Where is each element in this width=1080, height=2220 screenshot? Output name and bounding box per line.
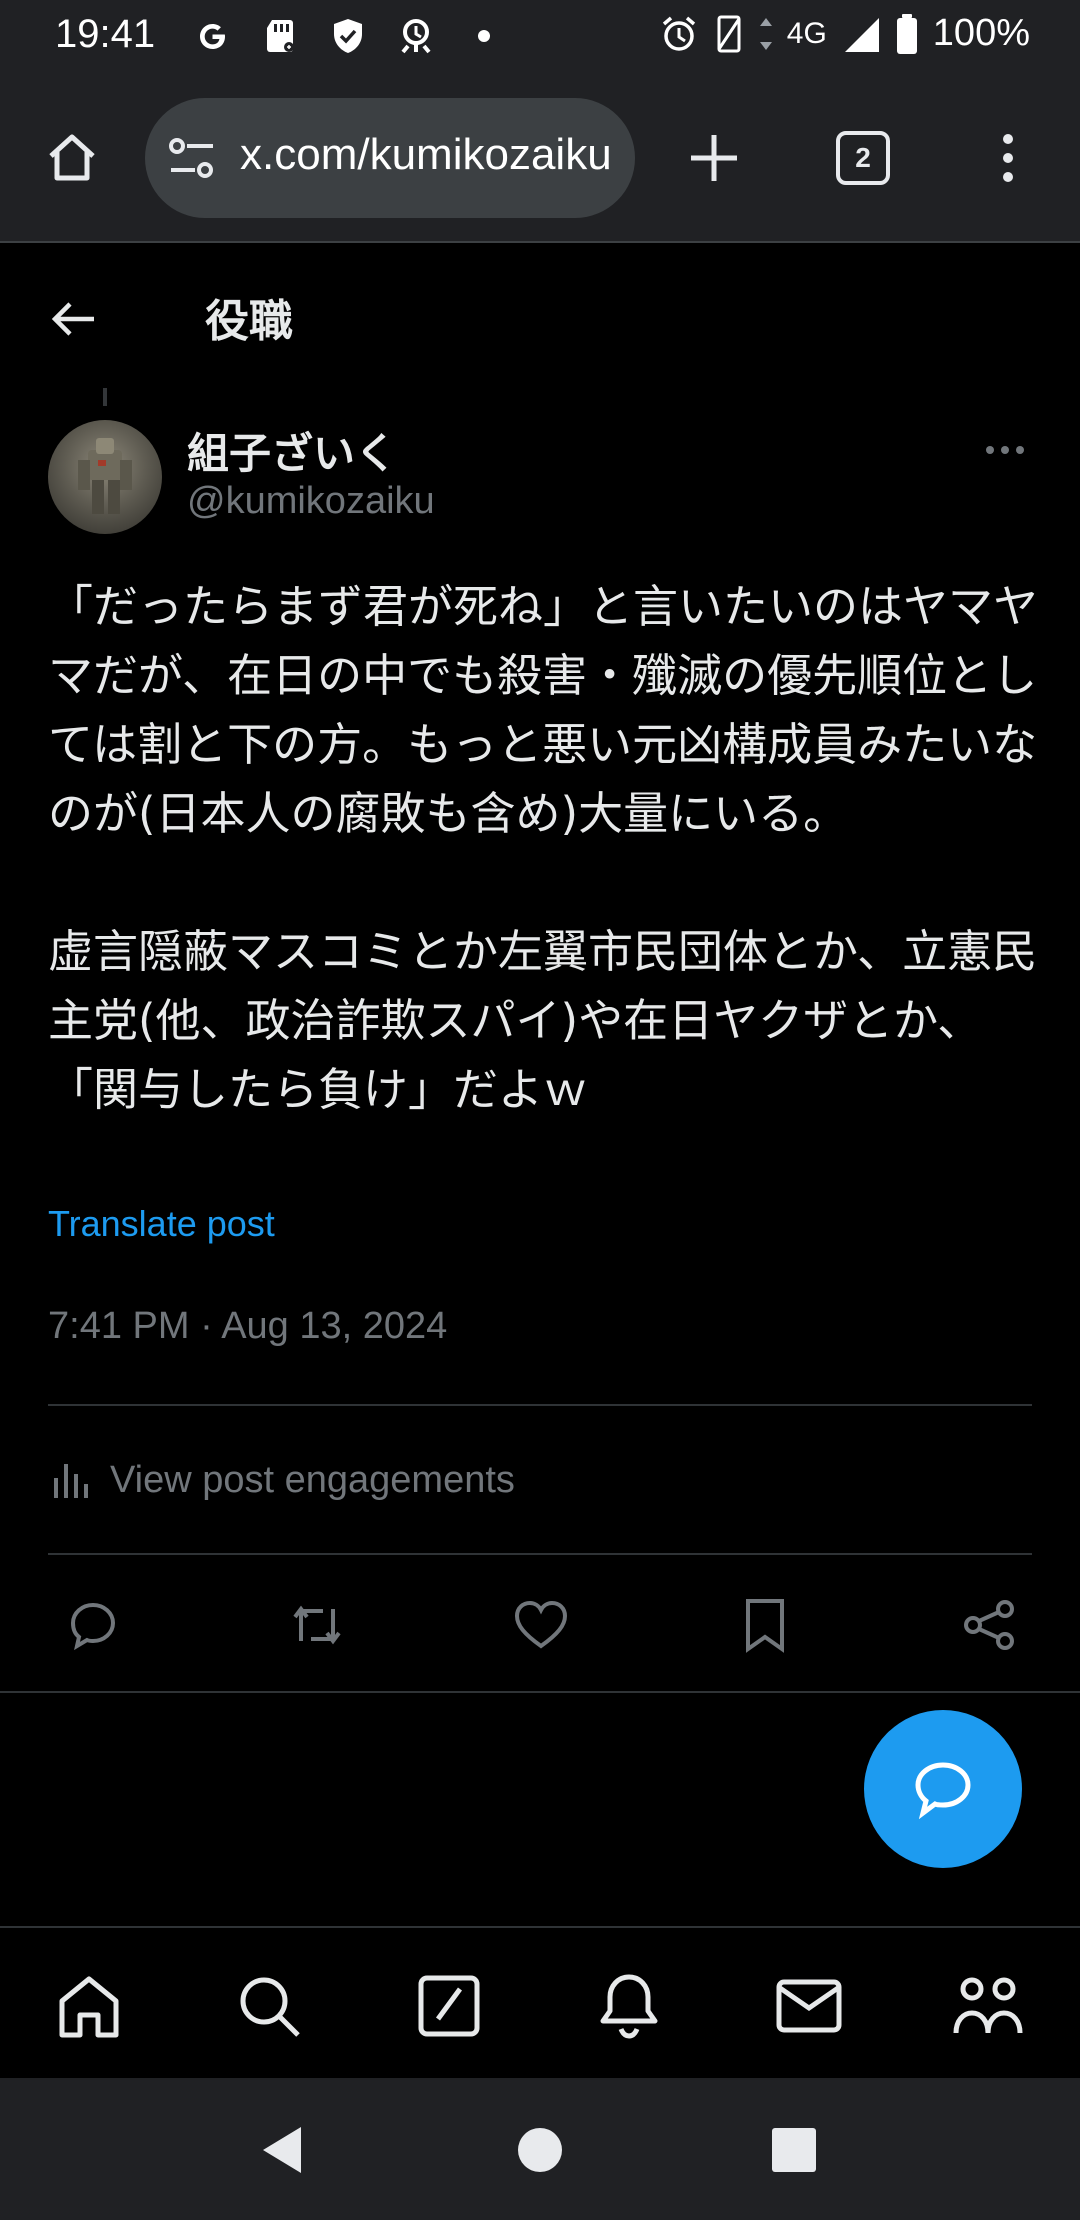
- battery-percent: 100%: [932, 12, 1030, 54]
- engagements-label: View post engagements: [110, 1458, 515, 1501]
- recents-nav-icon[interactable]: [762, 2118, 826, 2182]
- post-actions: [48, 1590, 1032, 1660]
- translate-post-link[interactable]: Translate post: [48, 1203, 275, 1245]
- divider: [48, 1553, 1032, 1555]
- messages-icon[interactable]: [771, 1968, 847, 2044]
- system-indicators: 4G 100%: [659, 12, 1030, 55]
- data-arrows-icon: [759, 17, 772, 50]
- page-title: 役職: [205, 296, 293, 347]
- new-tab-icon[interactable]: [674, 118, 754, 198]
- network-type: 4G: [786, 16, 827, 50]
- share-icon[interactable]: [954, 1590, 1024, 1660]
- reply-bubble-icon: [915, 1762, 971, 1819]
- avatar[interactable]: [48, 420, 162, 534]
- post-paragraph-2: 虚言隠蔽マスコミとか左翼市民団体とか、立憲民主党(他、政治詐欺スパイ)や在日ヤク…: [48, 925, 1038, 1116]
- dot-icon: [462, 14, 506, 58]
- google-icon: [190, 14, 234, 58]
- user-handle[interactable]: @kumikozaiku: [187, 480, 435, 523]
- view-engagements-button[interactable]: View post engagements: [48, 1450, 515, 1510]
- sd-card-icon: [258, 14, 302, 58]
- thread-connector: [103, 388, 107, 406]
- url-text[interactable]: x.com/kumikozaiku: [240, 130, 612, 180]
- menu-icon[interactable]: [968, 118, 1048, 198]
- home-icon[interactable]: [32, 118, 112, 198]
- repost-icon[interactable]: [282, 1590, 352, 1660]
- home-icon[interactable]: [51, 1968, 127, 2044]
- display-name[interactable]: 組子ざいく: [187, 420, 397, 481]
- reply-icon[interactable]: [58, 1590, 128, 1660]
- back-arrow-icon[interactable]: [38, 283, 110, 355]
- bookmark-icon[interactable]: [730, 1590, 800, 1660]
- status-bar: 19:41 4G 100%: [0, 0, 1080, 78]
- vibrate-icon: [717, 15, 741, 52]
- post-timestamp[interactable]: 7:41 PM · Aug 13, 2024: [48, 1305, 447, 1348]
- tabs-icon[interactable]: 2: [823, 118, 903, 198]
- system-navigation-bar: [0, 2078, 1080, 2220]
- battery-icon: [896, 13, 917, 54]
- grok-icon[interactable]: [411, 1968, 487, 2044]
- divider: [48, 1404, 1032, 1406]
- address-bar[interactable]: x.com/kumikozaiku: [145, 98, 635, 218]
- more-options-icon[interactable]: [975, 430, 1035, 470]
- bug-icon: [394, 14, 438, 58]
- signal-icon: [844, 17, 879, 52]
- post-paragraph-1: 「だったらまず君が死ね」と言いたいのはヤマヤマだが、在日の中でも殺害・殲滅の優先…: [48, 580, 1039, 840]
- browser-toolbar: x.com/kumikozaiku 2: [0, 78, 1080, 241]
- communities-icon[interactable]: [951, 1968, 1027, 2044]
- notifications-icon[interactable]: [591, 1968, 667, 2044]
- bottom-navigation: [0, 1926, 1080, 2080]
- tab-count[interactable]: 2: [836, 131, 890, 185]
- home-nav-icon[interactable]: [508, 2118, 572, 2182]
- like-icon[interactable]: [506, 1590, 576, 1660]
- post-text: 「だったらまず君が死ね」と言いたいのはヤマヤマだが、在日の中でも殺害・殲滅の優先…: [48, 572, 1038, 1124]
- page-header: 役職: [0, 243, 1080, 388]
- site-info-icon[interactable]: [167, 136, 217, 184]
- reply-fab-button[interactable]: [864, 1710, 1022, 1868]
- alarm-icon: [662, 16, 695, 51]
- analytics-icon: [54, 1464, 88, 1498]
- divider: [0, 1691, 1080, 1693]
- search-icon[interactable]: [231, 1968, 307, 2044]
- status-time: 19:41: [55, 12, 156, 56]
- back-nav-icon[interactable]: [250, 2118, 314, 2182]
- notification-icons: [190, 14, 506, 58]
- shield-check-icon: [326, 14, 370, 58]
